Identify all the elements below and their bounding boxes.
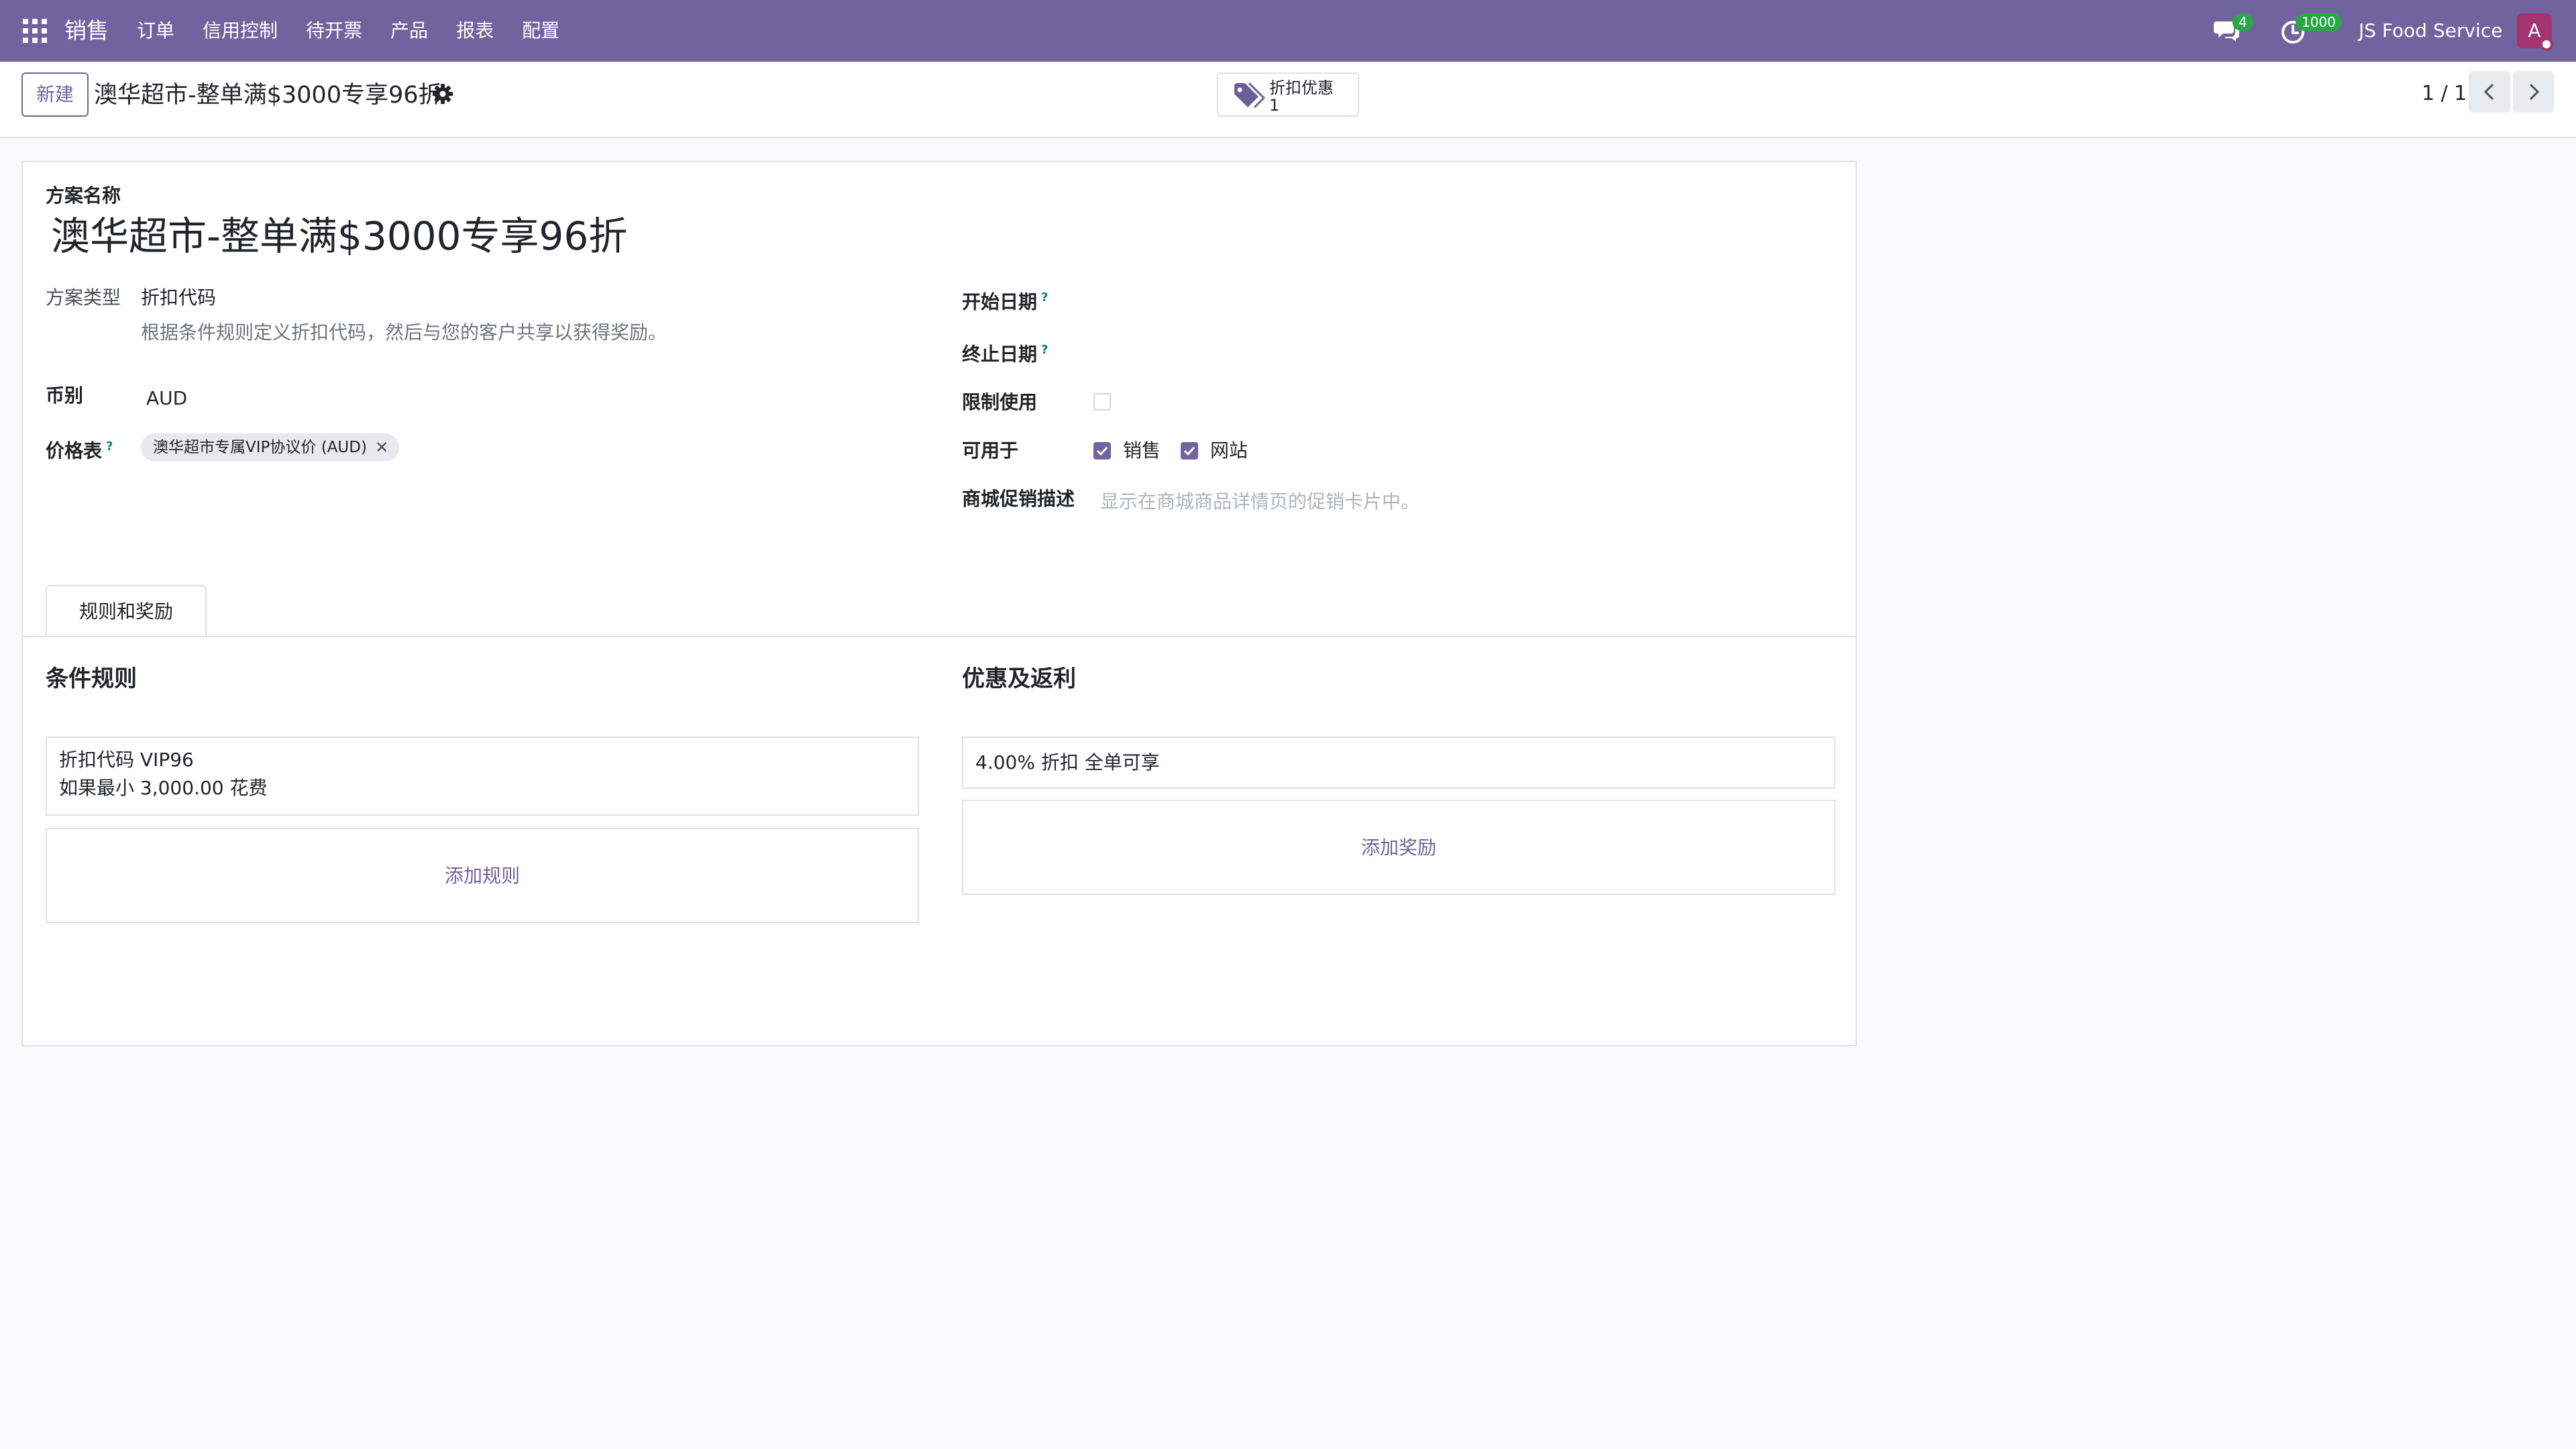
control-panel: 新建 澳华超市-整单满$3000专享96折 折扣优惠 1 1 / 1 (0, 62, 2576, 138)
end-date-help-icon[interactable]: ? (1041, 343, 1048, 357)
tab-divider (23, 636, 1856, 637)
chat-count-badge: 4 (2233, 13, 2253, 31)
menu-item-configuration[interactable]: 配置 (522, 15, 559, 47)
start-date-help-icon[interactable]: ? (1041, 290, 1048, 305)
program-type-label: 方案类型 (46, 286, 121, 309)
pager-value[interactable]: 1 / 1 (2422, 78, 2467, 110)
apps-grid-icon[interactable] (23, 19, 47, 43)
top-navbar: 销售 订单 信用控制 待开票 产品 报表 配置 4 1000 JS Food S… (0, 0, 2576, 62)
breadcrumb: 澳华超市-整单满$3000专享96折 (94, 82, 442, 109)
pager-previous-button[interactable] (2469, 71, 2510, 113)
chevron-left-icon (2483, 83, 2494, 101)
chevron-right-icon (2529, 83, 2540, 101)
end-date-label-text: 终止日期 (962, 343, 1038, 366)
rule-card[interactable]: 折扣代码 VIP96 如果最小 3,000.00 花费 (46, 737, 919, 816)
pricelist-help-icon[interactable]: ? (106, 439, 113, 453)
program-type-help: 根据条件规则定义折扣代码，然后与您的客户共享以获得奖励。 (141, 321, 667, 343)
rule-condition-text: 如果最小 3,000.00 花费 (59, 777, 268, 799)
smart-button-count: 1 (1269, 96, 1280, 115)
app-name[interactable]: 销售 (64, 15, 109, 47)
rule-code-text: 折扣代码 VIP96 (59, 749, 194, 771)
available-sales-checkbox[interactable] (1093, 442, 1111, 460)
reward-card[interactable]: 4.00% 折扣 全单可享 (962, 737, 1835, 789)
program-name-label: 方案名称 (46, 184, 121, 207)
new-button[interactable]: 新建 (21, 72, 89, 117)
add-reward-button[interactable]: 添加奖励 (963, 835, 1834, 861)
add-reward-card[interactable]: 添加奖励 (962, 800, 1835, 895)
limit-usage-checkbox[interactable] (1093, 393, 1111, 411)
start-date-label-text: 开始日期 (962, 290, 1038, 313)
company-switcher[interactable]: JS Food Service (2359, 15, 2502, 47)
currency-field[interactable]: AUD (146, 385, 187, 412)
form-sheet: 方案名称 澳华超市-整单满$3000专享96折 方案类型 折扣代码 根据条件规则… (21, 161, 1857, 1046)
gear-icon[interactable] (431, 82, 455, 106)
menu-item-credit-control[interactable]: 信用控制 (203, 15, 278, 47)
tab-rules-rewards[interactable]: 规则和奖励 (46, 585, 207, 637)
pager-next-button[interactable] (2513, 71, 2555, 113)
menu-item-orders[interactable]: 订单 (137, 15, 174, 47)
smart-button-label: 折扣优惠 (1269, 78, 1334, 97)
pricelist-tag: 澳华超市专属VIP协议价 (AUD) ✕ (141, 433, 400, 462)
available-on-label: 可用于 (962, 439, 1019, 462)
pricelist-label: 价格表? (46, 433, 113, 464)
user-status-dot (2540, 38, 2553, 51)
available-sales-label: 销售 (1123, 439, 1161, 462)
limit-usage-label: 限制使用 (962, 391, 1038, 413)
check-icon (1096, 446, 1108, 456)
add-rule-button[interactable]: 添加规则 (47, 863, 918, 890)
end-date-label: 终止日期? (962, 337, 1048, 368)
activity-count-badge: 1000 (2296, 13, 2342, 31)
menu-item-reporting[interactable]: 报表 (456, 15, 494, 47)
pricelist-label-text: 价格表 (46, 439, 103, 462)
pricelist-tag-label: 澳华超市专属VIP协议价 (AUD) (153, 439, 367, 456)
available-website-label: 网站 (1210, 439, 1248, 462)
start-date-label: 开始日期? (962, 284, 1048, 315)
add-rule-card[interactable]: 添加规则 (46, 828, 919, 923)
ecommerce-description-input[interactable]: 显示在商城商品详情页的促销卡片中。 (1100, 488, 1419, 515)
reward-text: 4.00% 折扣 全单可享 (975, 751, 1160, 773)
available-website-checkbox[interactable] (1181, 442, 1198, 460)
program-type-value[interactable]: 折扣代码 (141, 284, 216, 311)
menu-item-to-invoice[interactable]: 待开票 (306, 15, 362, 47)
check-icon (1183, 446, 1195, 456)
main-menu: 订单 信用控制 待开票 产品 报表 配置 (137, 15, 588, 47)
discount-smart-button[interactable]: 折扣优惠 1 (1217, 72, 1359, 117)
remove-tag-icon[interactable]: ✕ (375, 433, 388, 462)
tags-icon (1234, 82, 1265, 109)
ecommerce-description-label: 商城促销描述 (962, 488, 1075, 510)
rules-section-title: 条件规则 (46, 665, 137, 692)
currency-label: 币别 (46, 384, 84, 407)
menu-item-products[interactable]: 产品 (390, 15, 428, 47)
program-name-input[interactable]: 澳华超市-整单满$3000专享96折 (51, 209, 627, 263)
rewards-section-title: 优惠及返利 (962, 665, 1076, 692)
